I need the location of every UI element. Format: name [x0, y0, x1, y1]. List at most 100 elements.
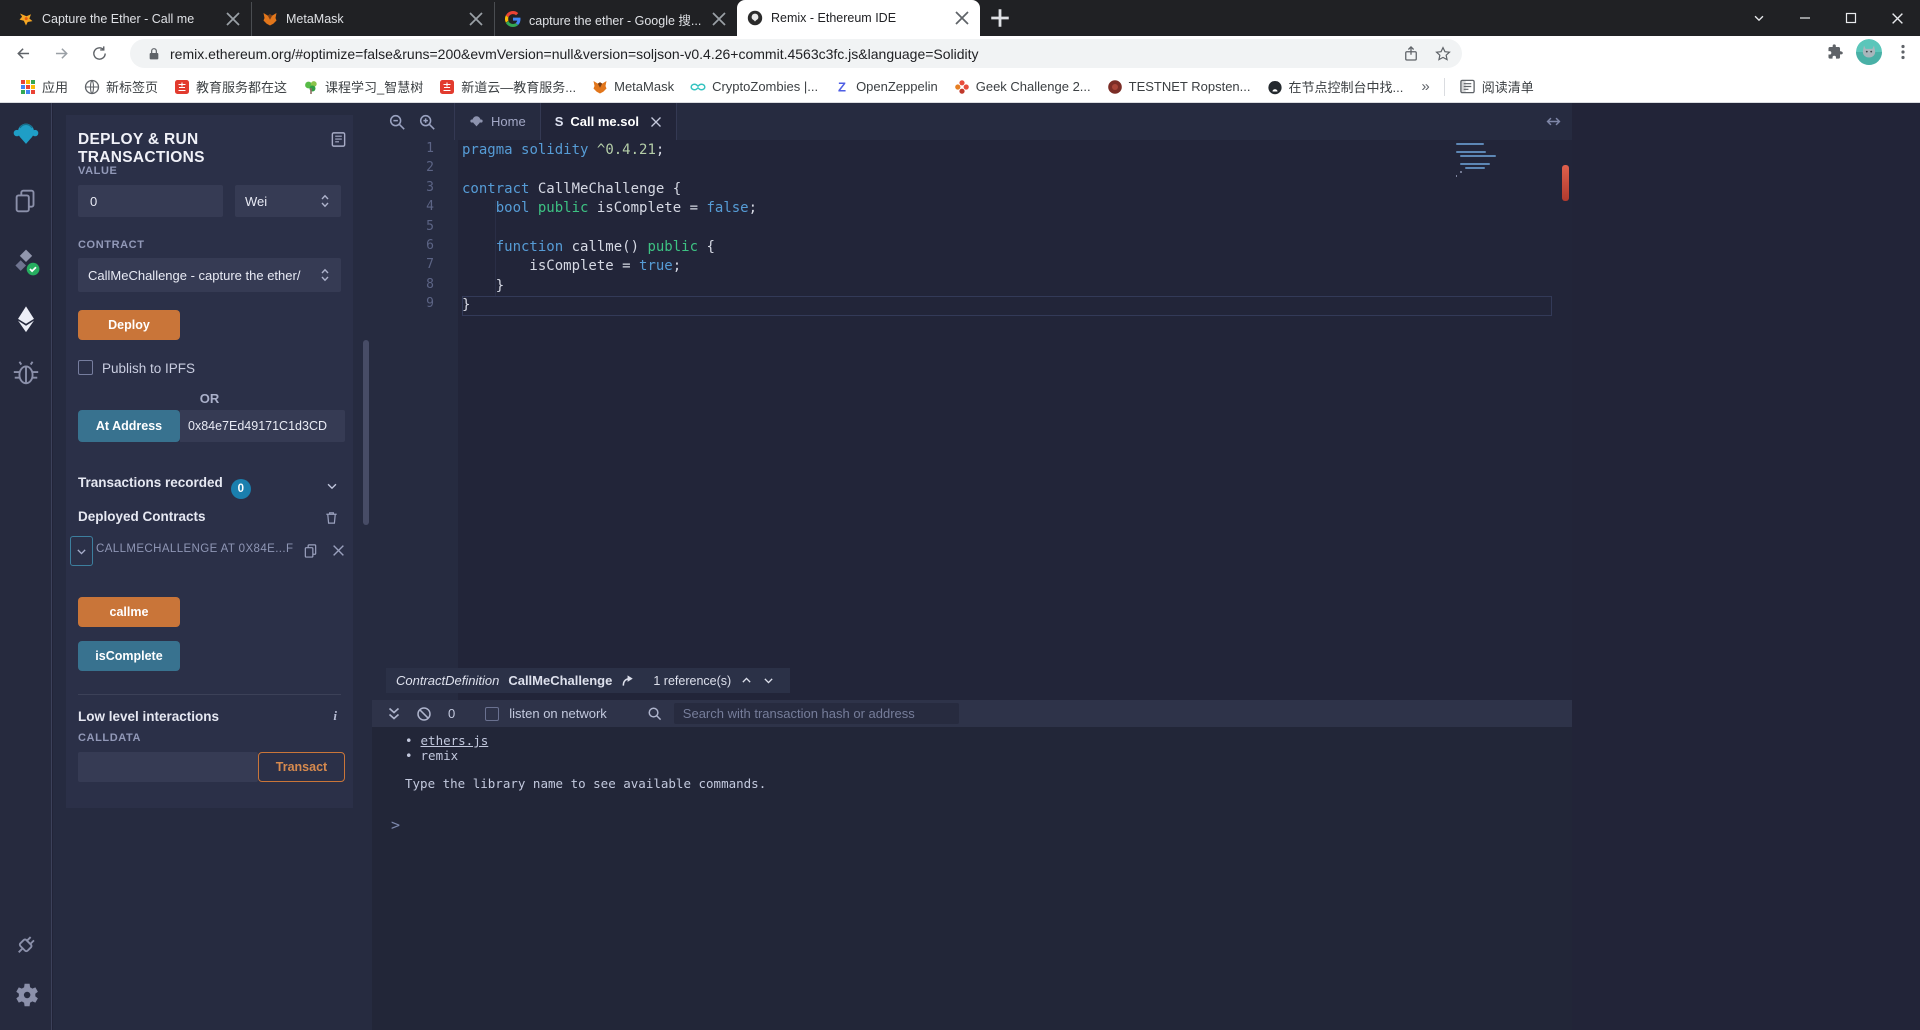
- terminal-list-item[interactable]: ethers.js: [405, 733, 1572, 749]
- copy-icon[interactable]: [303, 543, 318, 558]
- code-line[interactable]: }: [462, 277, 1552, 296]
- bookmark-item[interactable]: Z OpenZeppelin: [826, 75, 946, 99]
- tab-close-icon[interactable]: [650, 116, 662, 128]
- extensions-icon[interactable]: [1826, 43, 1844, 61]
- terminal-search-input[interactable]: [673, 703, 959, 724]
- code-line[interactable]: isComplete = true;: [462, 257, 1552, 276]
- bookmark-item[interactable]: 新道云—教育服务...: [431, 75, 584, 99]
- library-link[interactable]: ethers.js: [421, 733, 489, 748]
- code-line[interactable]: [462, 160, 1552, 179]
- browser-tab[interactable]: capture the ether - Google 搜...: [494, 2, 737, 36]
- bookmark-item[interactable]: 新标签页: [76, 75, 166, 99]
- jump-arrow-icon[interactable]: [621, 673, 636, 688]
- bookmark-star-icon[interactable]: [1434, 45, 1452, 63]
- editor-tab[interactable]: Home: [454, 103, 541, 140]
- editor-tab[interactable]: S Call me.sol: [540, 103, 677, 140]
- terminal-toggle-icon[interactable]: [386, 706, 402, 722]
- new-tab-button[interactable]: [986, 4, 1014, 32]
- at-address-input[interactable]: [180, 410, 345, 442]
- clear-console-icon[interactable]: [416, 706, 432, 722]
- browser-tab[interactable]: Remix - Ethereum IDE: [737, 0, 980, 36]
- terminal-library-list: ethers.jsremix: [405, 733, 1572, 763]
- bookmark-label: 新道云—教育服务...: [461, 80, 577, 95]
- close-icon: [1891, 12, 1904, 25]
- iscomplete-button[interactable]: isComplete: [78, 641, 180, 671]
- url-text[interactable]: remix.ethereum.org/#optimize=false&runs=…: [170, 46, 1388, 62]
- code-line[interactable]: }: [462, 296, 1552, 316]
- bookmark-item[interactable]: 教育服务都在这: [166, 75, 295, 99]
- callme-button[interactable]: callme: [78, 597, 180, 627]
- tab-close-icon[interactable]: [225, 11, 241, 27]
- code-editor[interactable]: 1 2 3 4 5 6 7 8 9 pragma solidity ^0.4.21; contr…: [372, 140, 1572, 700]
- tab-close-icon[interactable]: [468, 11, 484, 27]
- at-address-button[interactable]: At Address: [78, 410, 180, 442]
- info-icon[interactable]: i: [333, 708, 337, 724]
- code-line[interactable]: function callme() public {: [462, 238, 1552, 257]
- activity-settings[interactable]: [9, 978, 43, 1012]
- activity-deploy-run[interactable]: [9, 302, 43, 336]
- menu-dots-icon[interactable]: [1894, 43, 1912, 61]
- browser-tab[interactable]: MetaMask: [251, 2, 494, 36]
- value-input[interactable]: [78, 185, 223, 217]
- code-area[interactable]: pragma solidity ^0.4.21; contract CallMe…: [462, 141, 1552, 316]
- listen-network-checkbox[interactable]: [485, 706, 500, 721]
- minimize-button[interactable]: [1782, 0, 1828, 36]
- chevron-down-icon[interactable]: [762, 674, 775, 687]
- contract-label: CONTRACT: [78, 239, 145, 251]
- bookmark-item[interactable]: 在节点控制台中找...: [1259, 75, 1412, 99]
- bookmarks-overflow[interactable]: »: [1411, 78, 1439, 95]
- profile-avatar[interactable]: [1856, 39, 1882, 65]
- activity-remix-home[interactable]: [9, 117, 43, 151]
- activity-file-explorer[interactable]: [9, 184, 43, 218]
- activity-plugin-manager[interactable]: [9, 928, 43, 962]
- bookmark-item[interactable]: 应用: [12, 75, 76, 99]
- bookmark-item[interactable]: MetaMask: [584, 75, 682, 99]
- calldata-input[interactable]: [78, 752, 258, 782]
- code-line[interactable]: pragma solidity ^0.4.21;: [462, 141, 1552, 160]
- browser-tab[interactable]: Capture the Ether - Call me: [8, 2, 251, 36]
- tab-close-icon[interactable]: [954, 10, 970, 26]
- trash-icon[interactable]: [324, 510, 339, 525]
- unit-select[interactable]: Wei: [235, 185, 341, 217]
- tab-search-button[interactable]: [1736, 0, 1782, 36]
- documentation-icon[interactable]: [330, 131, 347, 148]
- code-line[interactable]: contract CallMeChallenge {: [462, 180, 1552, 199]
- activity-debugger[interactable]: [9, 356, 43, 390]
- publish-ipfs-checkbox[interactable]: [78, 360, 93, 375]
- activity-solidity-compiler[interactable]: [9, 245, 43, 279]
- close-window-button[interactable]: [1874, 0, 1920, 36]
- share-icon[interactable]: [1402, 45, 1420, 63]
- address-bar[interactable]: remix.ethereum.org/#optimize=false&runs=…: [130, 39, 1462, 68]
- apps-grid-icon: [20, 79, 36, 95]
- maximize-button[interactable]: [1828, 0, 1874, 36]
- instance-label[interactable]: CALLMECHALLENGE AT 0X84E...F: [96, 543, 301, 555]
- code-line[interactable]: bool public isComplete = false;: [462, 199, 1552, 218]
- deployed-contracts-label: Deployed Contracts: [78, 509, 206, 524]
- instance-expand-button[interactable]: [70, 536, 93, 566]
- bookmark-item[interactable]: 课程学习_智慧树: [295, 75, 431, 99]
- chevron-up-icon[interactable]: [740, 674, 753, 687]
- collapse-chevron-icon[interactable]: [325, 479, 339, 493]
- bookmark-item[interactable]: Geek Challenge 2...: [946, 75, 1099, 99]
- bookmark-item[interactable]: CryptoZombies |...: [682, 75, 826, 99]
- transact-button[interactable]: Transact: [258, 752, 345, 782]
- minimap[interactable]: [1456, 143, 1542, 179]
- back-button[interactable]: [8, 39, 38, 69]
- forward-button[interactable]: [46, 39, 76, 69]
- reload-button[interactable]: [84, 39, 114, 69]
- toggle-panel-icon[interactable]: [1545, 113, 1562, 130]
- peek-references[interactable]: 1 reference(s): [653, 674, 731, 688]
- window-controls: [1736, 0, 1920, 36]
- zoom-in-icon[interactable]: [418, 113, 436, 131]
- zoom-out-icon[interactable]: [388, 113, 406, 131]
- code-line[interactable]: [462, 219, 1552, 238]
- deploy-button[interactable]: Deploy: [78, 310, 180, 340]
- panel-scrollbar[interactable]: [363, 340, 369, 525]
- contract-select[interactable]: CallMeChallenge - capture the ether/: [78, 258, 341, 292]
- terminal-prompt[interactable]: >: [391, 817, 1572, 833]
- tab-close-icon[interactable]: [711, 11, 727, 27]
- remove-instance-icon[interactable]: [332, 544, 345, 557]
- reading-list-button[interactable]: 阅读清单: [1449, 77, 1544, 96]
- bookmark-item[interactable]: TESTNET Ropsten...: [1099, 75, 1259, 99]
- editor-scrollbar-thumb[interactable]: [1562, 165, 1569, 201]
